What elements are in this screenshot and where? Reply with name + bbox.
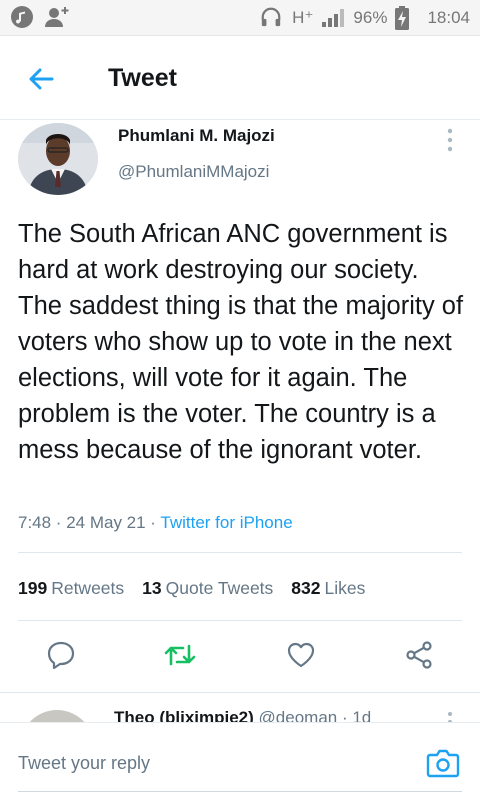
- signal-icon: [321, 6, 345, 30]
- reply-icon[interactable]: [46, 640, 76, 670]
- clock: 18:04: [427, 8, 470, 27]
- reply-input[interactable]: [18, 753, 398, 774]
- reply-author-name: Theo (bliximpie2): [114, 708, 254, 722]
- reply-author-meta: @deoman · 1d: [258, 708, 372, 722]
- reply-preview[interactable]: Theo (bliximpie2) @deoman · 1d: [0, 692, 480, 722]
- like-heart-icon[interactable]: [286, 640, 316, 670]
- page-title: Tweet: [108, 64, 177, 92]
- retweets-count: 199: [18, 578, 48, 598]
- tweet-actions: [0, 640, 480, 696]
- divider: [18, 552, 462, 553]
- retweet-icon[interactable]: [164, 640, 196, 670]
- tweet-timestamp: 7:48 · 24 May 21 ·: [18, 513, 161, 532]
- status-bar: H⁺ 96% 18:04: [0, 0, 480, 36]
- back-arrow-icon[interactable]: [26, 64, 56, 94]
- retweets-stat[interactable]: 199 Retweets: [18, 578, 124, 599]
- share-icon[interactable]: [404, 640, 434, 670]
- quote-tweets-count: 13: [142, 578, 162, 598]
- camera-icon[interactable]: [426, 747, 460, 779]
- network-type: H⁺: [292, 8, 314, 27]
- reply-author[interactable]: Theo (bliximpie2) @deoman · 1d: [114, 708, 371, 722]
- battery-charging-icon: [395, 6, 419, 30]
- more-options-icon[interactable]: [440, 126, 460, 154]
- quote-tweets-stat[interactable]: 13 Quote Tweets: [142, 578, 273, 599]
- composer-underline: [18, 791, 462, 792]
- app-bar: Tweet: [0, 36, 480, 120]
- battery-percent: 96%: [353, 8, 388, 27]
- reply-avatar[interactable]: [20, 710, 94, 722]
- author-name[interactable]: Phumlani M. Majozi: [118, 126, 275, 146]
- tweet-meta: 7:48 · 24 May 21 · Twitter for iPhone: [18, 513, 293, 533]
- music-icon: [10, 5, 34, 29]
- tweet-stats: 199 Retweets 13 Quote Tweets 832 Likes: [18, 578, 365, 599]
- headphones-icon: [260, 6, 284, 30]
- reply-composer: [0, 722, 480, 800]
- divider: [18, 620, 462, 621]
- reply-more-options-icon[interactable]: [440, 710, 460, 722]
- tweet-text: The South African ANC government is hard…: [18, 220, 464, 464]
- tweet-source-link[interactable]: Twitter for iPhone: [160, 513, 292, 532]
- retweets-label: Retweets: [51, 578, 125, 598]
- quote-tweets-label: Quote Tweets: [165, 578, 274, 598]
- add-contact-icon: [44, 5, 69, 29]
- author-handle[interactable]: @PhumlaniMMajozi: [118, 162, 269, 182]
- author-avatar[interactable]: [18, 123, 98, 195]
- likes-stat[interactable]: 832 Likes: [291, 578, 365, 599]
- likes-label: Likes: [324, 578, 366, 598]
- likes-count: 832: [291, 578, 321, 598]
